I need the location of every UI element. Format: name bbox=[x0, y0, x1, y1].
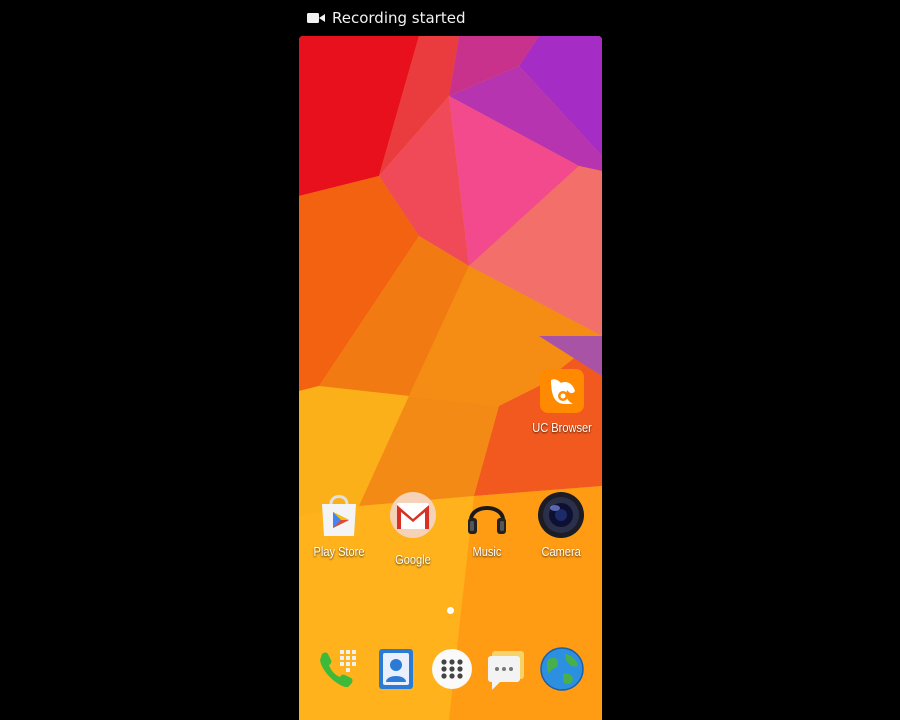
messaging-icon bbox=[488, 651, 524, 690]
play-store-icon bbox=[322, 495, 356, 536]
camera-lens-icon bbox=[538, 492, 584, 538]
contacts-icon bbox=[379, 649, 413, 689]
dock-messaging[interactable] bbox=[484, 646, 530, 692]
screen: Recording started UC Browser Play Store … bbox=[0, 0, 900, 720]
video-camera-icon bbox=[307, 13, 325, 23]
page-indicator-dot bbox=[447, 607, 454, 614]
app-music[interactable]: Music bbox=[449, 490, 525, 559]
app-label-play-store: Play Store bbox=[313, 544, 365, 559]
recording-notification: Recording started bbox=[306, 7, 465, 29]
app-uc-browser[interactable]: UC Browser bbox=[524, 366, 600, 435]
headphones-icon bbox=[468, 506, 506, 534]
app-label-google: Google bbox=[395, 552, 431, 567]
phone-dialer-icon bbox=[320, 650, 356, 688]
phone-home-screen: UC Browser Play Store Google Music Camer… bbox=[299, 36, 602, 720]
uc-browser-icon bbox=[540, 369, 584, 413]
gmail-icon bbox=[390, 492, 436, 538]
app-camera[interactable]: Camera bbox=[523, 490, 599, 559]
app-label-uc-browser: UC Browser bbox=[532, 420, 592, 435]
browser-globe-icon bbox=[540, 647, 584, 691]
notification-text: Recording started bbox=[332, 9, 466, 27]
dock-contacts[interactable] bbox=[373, 646, 419, 692]
app-drawer-icon bbox=[432, 649, 472, 689]
dock-app-drawer[interactable] bbox=[429, 646, 475, 692]
dock-phone[interactable] bbox=[316, 646, 362, 692]
app-label-music: Music bbox=[472, 544, 502, 559]
app-play-store[interactable]: Play Store bbox=[301, 490, 377, 559]
app-google[interactable]: Google bbox=[375, 490, 451, 567]
app-label-camera: Camera bbox=[541, 544, 581, 559]
dock-browser[interactable] bbox=[539, 646, 585, 692]
